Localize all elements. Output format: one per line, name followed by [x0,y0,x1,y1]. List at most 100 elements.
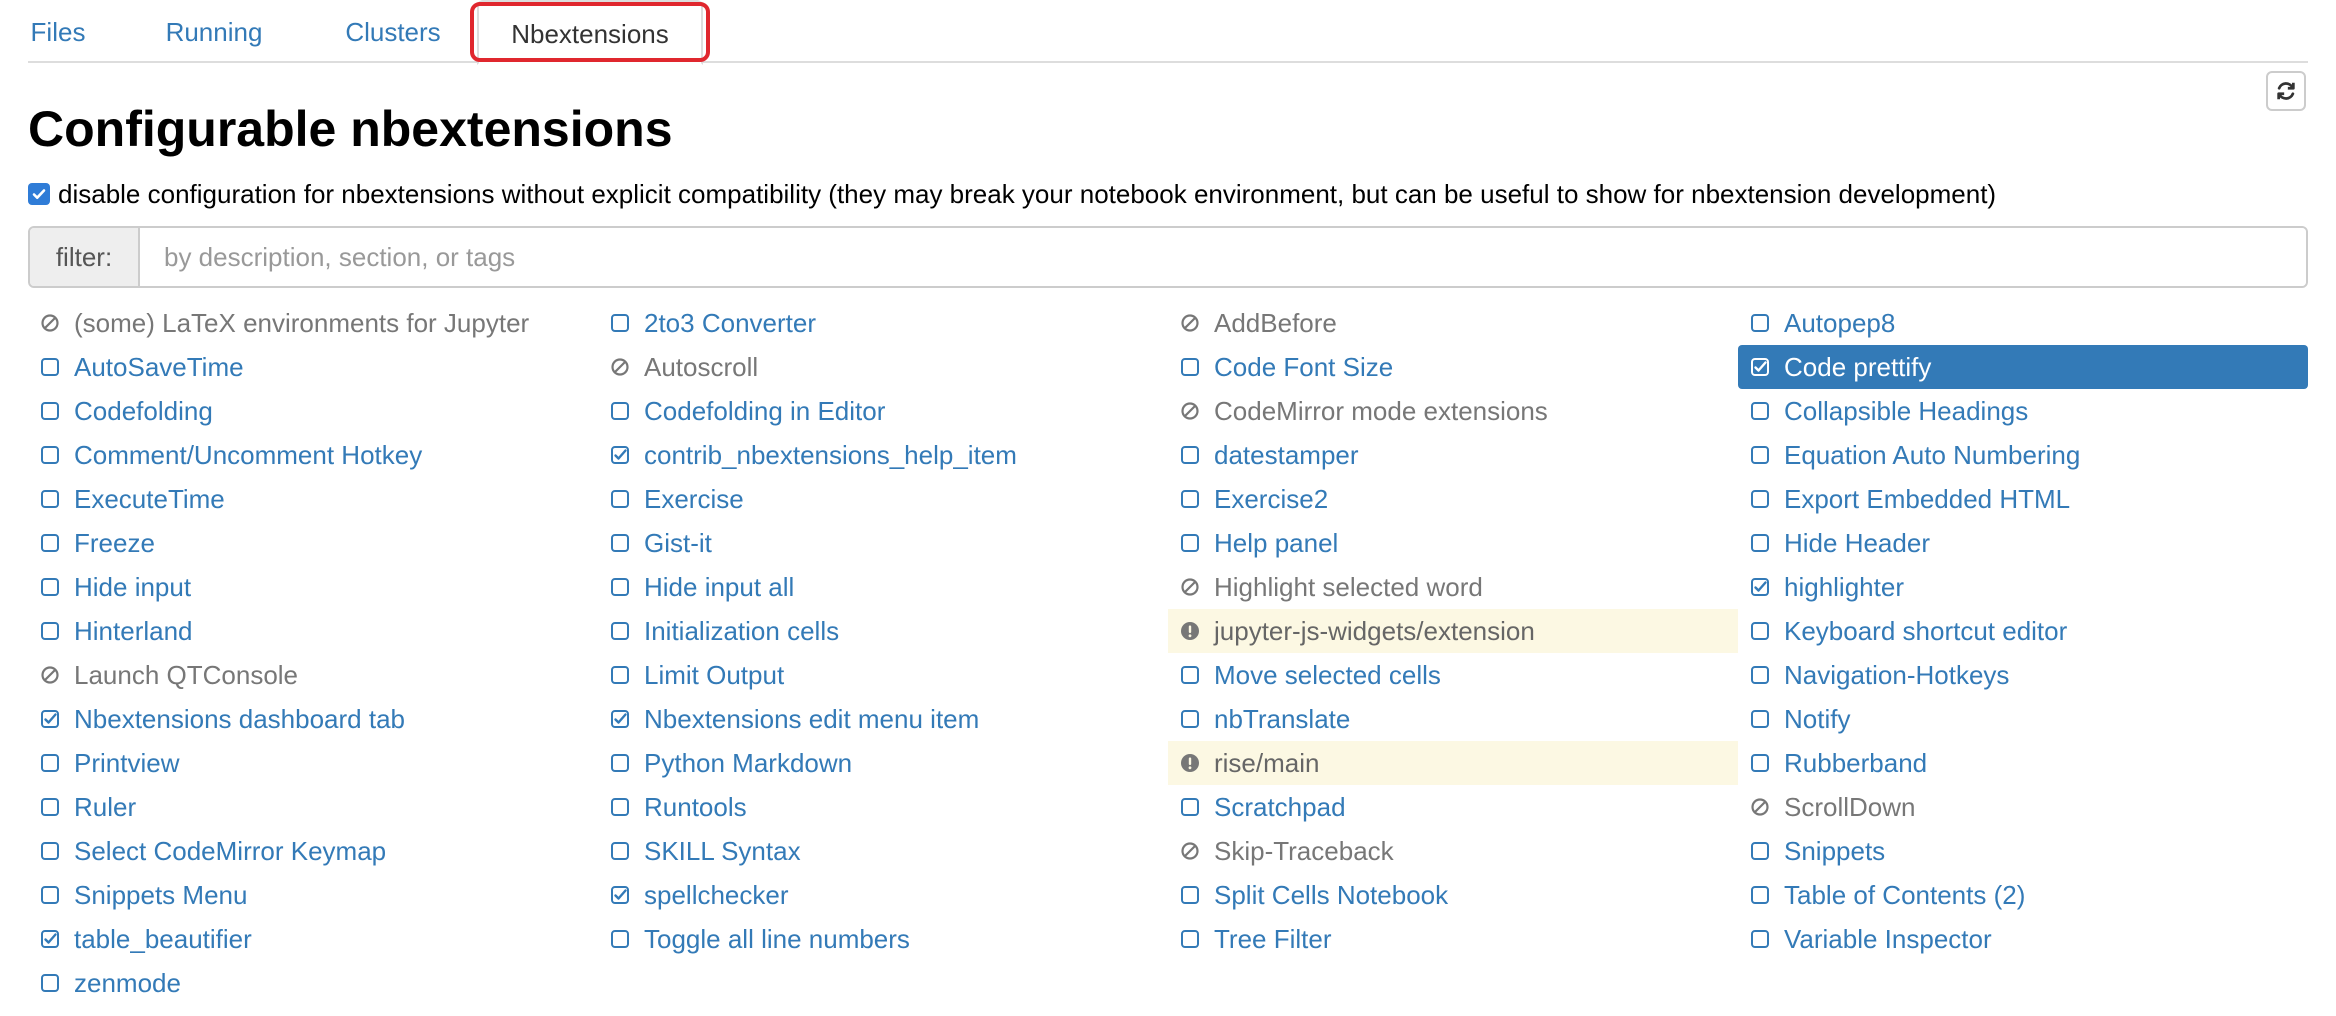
nbextension-item[interactable]: datestamper [1168,433,1738,477]
nbextension-item[interactable]: Hide input [28,565,598,609]
nbextension-item[interactable]: Skip-Traceback [1168,829,1738,873]
nbextension-item[interactable]: Collapsible Headings [1738,389,2308,433]
nbextension-item[interactable]: Launch QTConsole [28,653,598,697]
nbextension-item[interactable]: Code prettify [1738,345,2308,389]
nbextension-item[interactable]: Freeze [28,521,598,565]
nbextension-item[interactable]: Split Cells Notebook [1168,873,1738,917]
tab-clusters[interactable]: Clusters [326,0,460,61]
nbextension-item[interactable]: SKILL Syntax [598,829,1168,873]
nbextension-item[interactable]: Tree Filter [1168,917,1738,961]
nbextension-item[interactable]: Nbextensions dashboard tab [28,697,598,741]
nbextension-item[interactable]: zenmode [28,961,598,1005]
compat-label[interactable]: disable configuration for nbextensions w… [58,179,1996,210]
nbextension-label: Exercise [644,483,744,514]
nbextension-item[interactable]: Python Markdown [598,741,1168,785]
nbextension-item[interactable]: 2to3 Converter [598,301,1168,345]
nbextension-item[interactable]: Code Font Size [1168,345,1738,389]
nbextension-item[interactable]: Move selected cells [1168,653,1738,697]
checkbox-empty-icon [1180,929,1200,949]
nbextension-item[interactable]: Autoscroll [598,345,1168,389]
nbextension-item[interactable]: Codefolding in Editor [598,389,1168,433]
nbextension-item[interactable]: Export Embedded HTML [1738,477,2308,521]
nbextension-item[interactable]: jupyter-js-widgets/extension [1168,609,1738,653]
nbextension-item[interactable]: Hinterland [28,609,598,653]
nbextension-item[interactable]: Scratchpad [1168,785,1738,829]
nbextension-item[interactable]: AutoSaveTime [28,345,598,389]
nbextension-item[interactable]: Highlight selected word [1168,565,1738,609]
refresh-button[interactable] [2266,71,2306,111]
tab-nbextensions[interactable]: Nbextensions [477,0,703,65]
checkbox-empty-icon [1180,357,1200,377]
nbextension-item[interactable]: AddBefore [1168,301,1738,345]
checkbox-empty-icon [1180,665,1200,685]
nbextension-item[interactable]: Help panel [1168,521,1738,565]
nbextensions-list: (some) LaTeX environments for Jupyter 2to… [28,301,2308,1005]
nbextension-item[interactable]: Autopep8 [1738,301,2308,345]
nbextension-item[interactable]: Snippets Menu [28,873,598,917]
nbextension-item[interactable]: Limit Output [598,653,1168,697]
nbextension-label: Toggle all line numbers [644,923,910,954]
nbextension-item[interactable]: CodeMirror mode extensions [1168,389,1738,433]
nbextension-label: Split Cells Notebook [1214,879,1449,910]
nbextension-item[interactable]: Select CodeMirror Keymap [28,829,598,873]
checkbox-empty-icon [40,621,60,641]
nbextension-item[interactable]: Initialization cells [598,609,1168,653]
checkbox-empty-icon [1750,489,1770,509]
ban-icon [1180,841,1200,861]
nbextension-item[interactable]: Exercise [598,477,1168,521]
nbextension-label: Autopep8 [1784,307,1896,338]
ban-icon [1180,401,1200,421]
nbextension-item[interactable]: Toggle all line numbers [598,917,1168,961]
nbextension-item[interactable]: Navigation-Hotkeys [1738,653,2308,697]
nbextension-label: Runtools [644,791,747,822]
ban-icon [40,313,60,333]
nbextension-item[interactable]: Runtools [598,785,1168,829]
nbextension-item[interactable]: highlighter [1738,565,2308,609]
nbextension-item[interactable]: Hide input all [598,565,1168,609]
nbextension-item[interactable]: Notify [1738,697,2308,741]
nbextension-item[interactable]: Gist-it [598,521,1168,565]
nbextension-item[interactable]: Rubberband [1738,741,2308,785]
filter-input[interactable] [140,228,2306,286]
nbextension-label: (some) LaTeX environments for Jupyter [74,307,530,338]
nbextension-item[interactable]: Table of Contents (2) [1738,873,2308,917]
nbextension-item[interactable]: (some) LaTeX environments for Jupyter [28,301,598,345]
nbextension-label: contrib_nbextensions_help_item [644,439,1017,470]
nbextension-item[interactable]: table_beautifier [28,917,598,961]
nbextension-label: 2to3 Converter [644,307,816,338]
checkbox-empty-icon [1180,885,1200,905]
nbextension-item[interactable]: Keyboard shortcut editor [1738,609,2308,653]
nbextension-item[interactable]: Nbextensions edit menu item [598,697,1168,741]
nbextension-item[interactable]: Comment/Uncomment Hotkey [28,433,598,477]
tab-files[interactable]: Files [28,0,88,61]
ban-icon [610,357,630,377]
nbextension-item[interactable]: Codefolding [28,389,598,433]
nbextension-item[interactable]: Equation Auto Numbering [1738,433,2308,477]
nbextension-item[interactable]: nbTranslate [1168,697,1738,741]
nbextension-item[interactable]: Ruler [28,785,598,829]
compat-option: disable configuration for nbextensions w… [28,178,1996,210]
checkbox-empty-icon [610,313,630,333]
nbextension-item[interactable]: Snippets [1738,829,2308,873]
nbextension-label: spellchecker [644,879,789,910]
checkbox-empty-icon [40,797,60,817]
compat-checkbox[interactable] [28,183,50,205]
nbextension-label: zenmode [74,967,181,998]
nbextension-item[interactable]: Variable Inspector [1738,917,2308,961]
nbextension-item[interactable]: contrib_nbextensions_help_item [598,433,1168,477]
nbextension-item[interactable]: Hide Header [1738,521,2308,565]
nbextension-label: nbTranslate [1214,703,1351,734]
nbextension-item[interactable]: ScrollDown [1738,785,2308,829]
nbextension-item[interactable]: spellchecker [598,873,1168,917]
checkbox-empty-icon [40,753,60,773]
nbextension-item[interactable]: ExecuteTime [28,477,598,521]
checkbox-empty-icon [40,401,60,421]
checkbox-checked-icon [1750,357,1770,377]
nbextension-label: Navigation-Hotkeys [1784,659,2010,690]
tab-running[interactable]: Running [148,0,280,61]
nbextension-item[interactable]: rise/main [1168,741,1738,785]
nbextension-item[interactable]: Printview [28,741,598,785]
nbextension-item[interactable]: Exercise2 [1168,477,1738,521]
checkbox-empty-icon [1750,841,1770,861]
nbextension-label: Keyboard shortcut editor [1784,615,2068,646]
